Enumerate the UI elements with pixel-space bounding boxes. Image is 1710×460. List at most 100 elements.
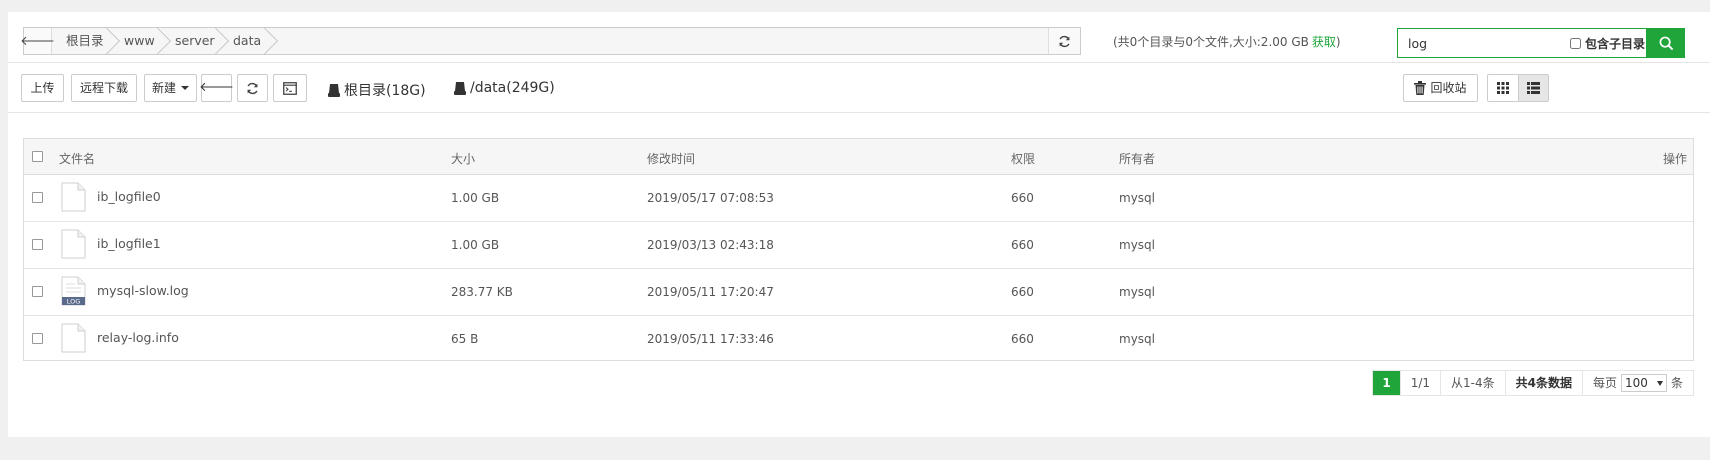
breadcrumb-item-www[interactable]: www — [110, 28, 155, 54]
file-mtime: 2019/05/11 17:20:47 — [647, 285, 774, 299]
table-header: 文件名 大小 修改时间 权限 所有者 操作 — [24, 139, 1693, 175]
breadcrumb-separator — [264, 28, 278, 54]
caret-down-icon — [181, 86, 189, 90]
summary-close: ) — [1335, 35, 1341, 49]
file-size: 1.00 GB — [451, 238, 500, 252]
disk-data[interactable]: /data(249G) — [454, 80, 555, 96]
search-input[interactable] — [1406, 33, 1556, 53]
file-perm: 660 — [1011, 238, 1034, 252]
terminal-button[interactable] — [273, 74, 307, 102]
remote-download-button[interactable]: 远程下载 — [71, 74, 137, 102]
row-checkbox[interactable] — [32, 286, 43, 297]
file-owner: mysql — [1119, 285, 1155, 299]
terminal-icon — [283, 81, 297, 95]
breadcrumb: 🡐 根目录 www server data — [20, 27, 1081, 55]
blank-file-icon — [61, 182, 86, 212]
upload-button[interactable]: 上传 — [21, 74, 64, 102]
divider — [8, 62, 1710, 63]
search-box: 包含子目录 — [1397, 28, 1647, 58]
grid-view-button[interactable] — [1487, 74, 1519, 102]
recycle-bin-label: 回收站 — [1430, 81, 1467, 95]
recycle-bin-button[interactable]: 回收站 — [1403, 74, 1478, 102]
table-row[interactable]: ib_logfile0 1.00 GB 2019/05/17 07:08:53 … — [24, 175, 1693, 222]
hard-drive-icon — [454, 81, 466, 95]
back-button[interactable]: 🡐 — [199, 74, 234, 102]
breadcrumb-item-root[interactable]: 根目录 — [52, 28, 104, 54]
column-header-size[interactable]: 大小 — [451, 150, 475, 167]
select-all-checkbox[interactable] — [32, 151, 43, 162]
chevron-down-icon — [1656, 380, 1663, 386]
file-owner: mysql — [1119, 238, 1155, 252]
disk-root-label: 根目录(18G) — [344, 83, 426, 99]
file-perm: 660 — [1011, 332, 1034, 346]
per-page-unit: 条 — [1670, 376, 1683, 390]
arrow-left-icon: 🡐 — [199, 80, 234, 95]
page-range: 从1-4条 — [1441, 371, 1506, 395]
grid-icon — [1497, 82, 1509, 94]
blank-file-icon — [61, 229, 86, 259]
per-page-label: 每页 — [1592, 376, 1617, 390]
directory-summary: (共0个目录与0个文件,大小:2.00 GB 获取) — [1113, 33, 1341, 50]
include-subdir-label: 包含子目录 — [1585, 37, 1646, 51]
divider — [8, 112, 1710, 113]
log-badge-text: LOG — [67, 298, 81, 306]
refresh-button[interactable] — [237, 74, 268, 102]
pagination: 1 1/1 从1-4条 共4条数据 每页 100 条 — [1372, 370, 1694, 396]
search-icon — [1659, 36, 1673, 50]
new-dropdown-button[interactable]: 新建 — [144, 74, 197, 102]
list-icon — [1527, 82, 1540, 94]
file-name-link[interactable]: mysql-slow.log — [97, 283, 189, 298]
file-size: 1.00 GB — [451, 191, 500, 205]
file-size: 283.77 KB — [451, 285, 513, 299]
table-row[interactable]: LOG mysql-slow.log 283.77 KB 2019/05/11 … — [24, 269, 1693, 316]
file-name-link[interactable]: relay-log.info — [97, 330, 179, 345]
row-checkbox[interactable] — [32, 192, 43, 203]
column-header-mtime[interactable]: 修改时间 — [647, 150, 695, 167]
summary-text: (共0个目录与0个文件,大小:2.00 GB — [1113, 35, 1309, 49]
trash-icon — [1414, 81, 1427, 95]
column-header-owner: 所有者 — [1119, 152, 1156, 166]
file-perm: 660 — [1011, 191, 1034, 205]
path-back-button[interactable]: 🡐 — [20, 28, 55, 54]
fetch-size-link[interactable]: 获取 — [1312, 35, 1336, 49]
refresh-icon — [1059, 35, 1070, 47]
path-refresh-button[interactable] — [1048, 28, 1080, 54]
file-owner: mysql — [1119, 191, 1155, 205]
page-current[interactable]: 1 — [1373, 371, 1401, 395]
per-page-select[interactable]: 100 — [1620, 374, 1667, 392]
blank-file-icon — [61, 323, 86, 353]
file-size: 65 B — [451, 332, 479, 346]
disk-data-label: /data(249G) — [470, 80, 555, 96]
file-manager-panel: 🡐 根目录 www server data (共0个目录与0个文件,大小:2.0… — [8, 12, 1710, 437]
breadcrumb-item-data[interactable]: data — [219, 28, 261, 54]
file-name-link[interactable]: ib_logfile0 — [97, 189, 161, 204]
per-page-control: 每页 100 条 — [1583, 371, 1693, 395]
disk-root[interactable]: 根目录(18G) — [328, 80, 426, 100]
table-row[interactable]: relay-log.info 65 B 2019/05/11 17:33:46 … — [24, 316, 1693, 363]
file-owner: mysql — [1119, 332, 1155, 346]
file-mtime: 2019/05/11 17:33:46 — [647, 332, 774, 346]
table-body: ib_logfile0 1.00 GB 2019/05/17 07:08:53 … — [24, 175, 1693, 362]
per-page-value: 100 — [1624, 376, 1648, 390]
log-file-icon: LOG — [61, 276, 86, 306]
list-view-button[interactable] — [1518, 74, 1549, 102]
table-row[interactable]: ib_logfile1 1.00 GB 2019/03/13 02:43:18 … — [24, 222, 1693, 269]
breadcrumb-item-server[interactable]: server — [161, 28, 215, 54]
arrow-left-icon: 🡐 — [20, 34, 55, 49]
refresh-icon — [247, 82, 258, 94]
page-total: 共4条数据 — [1506, 371, 1583, 395]
file-table: 文件名 大小 修改时间 权限 所有者 操作 ib_logfile0 1.00 G… — [23, 138, 1694, 361]
search-button[interactable] — [1647, 28, 1685, 58]
column-header-name[interactable]: 文件名 — [59, 150, 95, 167]
include-subdir-checkbox[interactable] — [1570, 38, 1581, 49]
column-header-actions: 操作 — [1662, 152, 1687, 166]
file-name-link[interactable]: ib_logfile1 — [97, 236, 161, 251]
include-subdir-option[interactable]: 包含子目录 — [1570, 35, 1645, 52]
column-header-perm: 权限 — [1011, 152, 1036, 166]
row-checkbox[interactable] — [32, 239, 43, 250]
file-mtime: 2019/05/17 07:08:53 — [647, 191, 774, 205]
row-checkbox[interactable] — [32, 333, 43, 344]
page-count: 1/1 — [1401, 371, 1441, 395]
new-button-label: 新建 — [151, 81, 176, 95]
file-mtime: 2019/03/13 02:43:18 — [647, 238, 774, 252]
